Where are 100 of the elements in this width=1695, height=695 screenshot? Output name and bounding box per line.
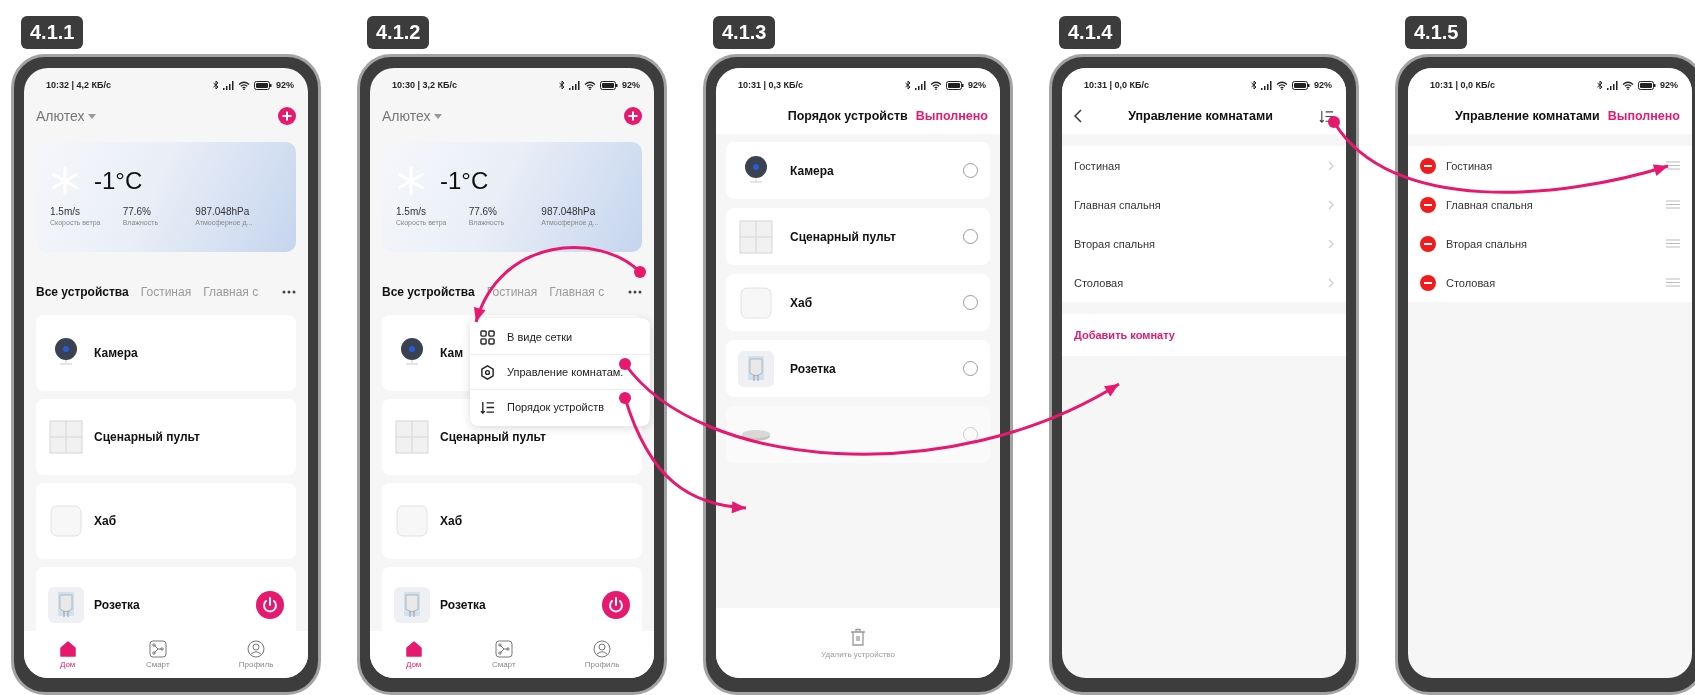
device-name: Хаб: [440, 514, 463, 528]
device-card[interactable]: Сценарный пульт: [36, 399, 296, 475]
device-name: Сценарный пульт: [790, 229, 896, 244]
chevron-icon: [1328, 277, 1334, 288]
menu-item[interactable]: В виде сетки: [470, 320, 650, 355]
device-card[interactable]: Хаб: [726, 274, 990, 331]
bluetooth-icon: [1251, 80, 1257, 90]
temperature: -1°C: [440, 167, 489, 195]
device-card[interactable]: Хаб: [382, 483, 642, 559]
screen-title: Порядок устройств: [787, 109, 908, 123]
status-time: 10:31 | 0,0 КБ/с: [1430, 80, 1496, 90]
battery-icon: [946, 80, 964, 90]
wifi-icon: [1276, 80, 1288, 90]
device-card[interactable]: Розетка: [726, 340, 990, 397]
more-icon[interactable]: [282, 290, 296, 294]
socket-drawing: [394, 587, 430, 623]
screen-title: Управление комнатами: [1127, 109, 1274, 123]
power-button[interactable]: [256, 591, 284, 619]
caret-icon[interactable]: [88, 113, 97, 119]
done-button[interactable]: Выполнено: [1607, 109, 1680, 123]
chevron-icon: [1328, 238, 1334, 249]
home-name[interactable]: Алютех: [382, 108, 431, 124]
device-card[interactable]: Розетка: [36, 567, 296, 631]
wifi-icon: [584, 80, 596, 90]
room-name: Вторая спальня: [1446, 237, 1527, 250]
battery-icon: [254, 80, 272, 90]
nav-tab[interactable]: Профиль: [238, 640, 274, 669]
stat-value: 987.048hPa: [541, 206, 597, 217]
signal-icon: [223, 80, 234, 90]
more-icon[interactable]: [628, 290, 642, 294]
bluetooth-icon: [213, 80, 219, 90]
drag-handle-icon[interactable]: [1666, 200, 1680, 209]
remove-icon[interactable]: [1420, 157, 1436, 174]
hub-drawing: [394, 503, 430, 539]
battery-percent: 92%: [1314, 80, 1332, 90]
bluetooth-icon: [905, 80, 911, 90]
signal-icon: [569, 80, 580, 90]
device-name: Сценарный пульт: [440, 430, 546, 444]
battery-percent: 92%: [968, 80, 986, 90]
stat-value: 77.6%: [122, 206, 152, 217]
device-name: Розетка: [790, 361, 836, 376]
room-name[interactable]: Главная спальня: [1074, 198, 1161, 211]
device-card[interactable]: Розетка: [382, 567, 642, 631]
signal-icon: [1261, 80, 1272, 90]
device-card[interactable]: [726, 406, 990, 463]
nodes-icon: [148, 640, 167, 658]
battery-icon: [1292, 80, 1310, 90]
profile-icon: [593, 640, 612, 658]
step-label: 4.1.2: [367, 16, 430, 49]
room-tab[interactable]: Все устройства: [382, 285, 475, 299]
drag-handle-icon[interactable]: [1666, 239, 1680, 248]
device-name: Хаб: [94, 514, 117, 528]
step-label: 4.1.3: [713, 16, 776, 49]
power-button[interactable]: [602, 591, 630, 619]
room-tab[interactable]: Все устройства: [36, 285, 129, 299]
chevron-icon: [1328, 199, 1334, 210]
nav-tab[interactable]: Смарт: [145, 640, 170, 669]
add-room-link[interactable]: Добавить комнату: [1062, 314, 1346, 356]
remove-icon[interactable]: [1420, 235, 1436, 252]
switch-panel-drawing: [394, 419, 430, 455]
add-icon[interactable]: [624, 107, 642, 125]
nav-tab[interactable]: Смарт: [491, 640, 516, 669]
nav-tab[interactable]: Дом: [404, 640, 423, 669]
wifi-icon: [238, 80, 250, 90]
nav-tab[interactable]: Дом: [58, 640, 77, 669]
stat-value: 1.5m/s: [50, 206, 81, 217]
nav-tab[interactable]: Профиль: [584, 640, 620, 669]
back-icon[interactable]: [1074, 109, 1082, 123]
home-icon: [58, 640, 77, 658]
hub-drawing: [742, 428, 770, 441]
device-card[interactable]: Хаб: [36, 483, 296, 559]
trash-icon: [850, 627, 866, 646]
room-name[interactable]: Гостиная: [1074, 159, 1121, 172]
socket-drawing: [48, 587, 84, 623]
device-name: Камера: [94, 346, 138, 360]
hub-drawing: [738, 284, 774, 321]
room-name: Столовая: [1446, 276, 1496, 289]
device-card[interactable]: Сценарный пульт: [726, 208, 990, 265]
battery-icon: [600, 80, 618, 90]
room-name[interactable]: Столовая: [1074, 276, 1124, 289]
room-name[interactable]: Вторая спальня: [1074, 237, 1155, 250]
status-time: 10:31 | 0,3 КБ/с: [738, 80, 804, 90]
room-name: Гостиная: [1446, 159, 1493, 172]
caret-icon[interactable]: [434, 113, 443, 119]
drag-handle-icon[interactable]: [1666, 278, 1680, 287]
step-label: 4.1.5: [1405, 16, 1468, 49]
device-name: Камера: [790, 163, 834, 178]
hub-drawing: [48, 503, 84, 539]
device-card[interactable]: Камера: [726, 142, 990, 199]
bluetooth-icon: [559, 80, 565, 90]
remove-icon[interactable]: [1420, 274, 1436, 291]
home-name[interactable]: Алютех: [36, 108, 85, 124]
device-card[interactable]: Камера: [36, 315, 296, 391]
sort-icon[interactable]: [1319, 108, 1334, 124]
done-button[interactable]: Выполнено: [915, 109, 988, 123]
device-name: Хаб: [790, 295, 813, 310]
add-icon[interactable]: [278, 107, 296, 125]
drag-handle-icon[interactable]: [1666, 161, 1680, 170]
socket-drawing: [738, 350, 774, 387]
remove-icon[interactable]: [1420, 196, 1436, 213]
